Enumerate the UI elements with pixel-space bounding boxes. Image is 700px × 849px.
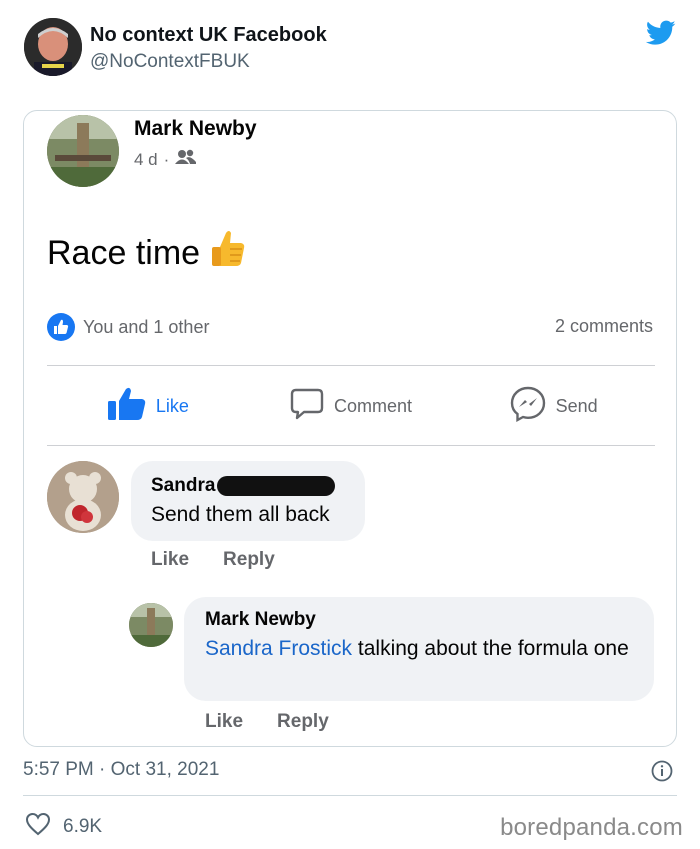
facebook-post-card[interactable]: Mark Newby 4 d · Race time You and 1 oth… [23, 110, 677, 747]
reply-actions: Like Reply [205, 711, 329, 733]
comment-button[interactable]: Comment [250, 367, 453, 445]
comments-count[interactable]: 2 comments [555, 316, 653, 337]
reply-bubble: Mark Newby Sandra Frostick talking about… [184, 597, 654, 701]
reply-text: Sandra Frostick talking about the formul… [205, 635, 633, 663]
like-count: 6.9K [63, 816, 103, 837]
mention-link[interactable]: Sandra Frostick [205, 637, 352, 660]
comment-actions: Like Reply [151, 549, 275, 571]
send-label: Send [555, 395, 598, 416]
comment-reply-button[interactable]: Reply [223, 549, 275, 571]
reply-like-button[interactable]: Like [205, 711, 243, 733]
thumbs-up-icon [107, 387, 146, 426]
avatar[interactable] [24, 18, 82, 76]
comment-author-name: Sandra [151, 475, 216, 496]
post-text-content: Race time [47, 234, 201, 272]
redaction-bar [217, 476, 336, 496]
divider [23, 795, 677, 796]
like-count-button[interactable]: 6.9K [25, 812, 102, 842]
comment-icon [290, 388, 324, 425]
like-button[interactable]: Like [47, 367, 250, 445]
reactions-text: You and 1 other [83, 316, 210, 337]
meta-separator: · [163, 149, 170, 169]
tweet-timestamp[interactable]: 5:57 PM · Oct 31, 2021 [23, 759, 219, 781]
info-icon[interactable] [651, 760, 673, 782]
tweet-author-name[interactable]: No context UK Facebook [90, 24, 327, 47]
send-button[interactable]: Send [452, 367, 655, 445]
commenter-avatar[interactable] [47, 461, 119, 533]
comment-like-button[interactable]: Like [151, 549, 189, 571]
comment-author[interactable]: Sandra [151, 475, 345, 497]
post-meta: 4 d · [134, 149, 197, 170]
divider [47, 445, 655, 446]
divider [47, 365, 655, 366]
post-author-avatar[interactable] [47, 115, 119, 187]
heart-icon [25, 812, 51, 842]
post-age[interactable]: 4 d [134, 150, 158, 170]
tweet-header: No context UK Facebook @NoContextFBUK [0, 0, 700, 100]
reply-text-content: talking about the formula one [352, 637, 629, 660]
thumbs-up-emoji-icon [210, 229, 246, 278]
post-text: Race time [47, 229, 246, 278]
post-author-name[interactable]: Mark Newby [134, 117, 257, 141]
tweet-author-handle[interactable]: @NoContextFBUK [90, 51, 250, 73]
friends-icon [175, 149, 197, 170]
like-reaction-icon [47, 313, 75, 341]
post-action-bar: Like Comment Send [47, 367, 655, 445]
like-label: Like [155, 395, 189, 416]
messenger-icon [510, 386, 546, 427]
watermark: boredpanda.com [500, 814, 683, 841]
reply-reply-button[interactable]: Reply [277, 711, 329, 733]
reply-author-avatar[interactable] [129, 603, 173, 647]
comment-bubble: Sandra Send them all back [131, 461, 365, 541]
twitter-bird-icon[interactable] [645, 20, 676, 46]
reply-author-name[interactable]: Mark Newby [205, 609, 633, 631]
comment-label: Comment [333, 395, 413, 416]
comment-text: Send them all back [151, 503, 330, 526]
reactions-summary[interactable]: You and 1 other [47, 313, 209, 341]
